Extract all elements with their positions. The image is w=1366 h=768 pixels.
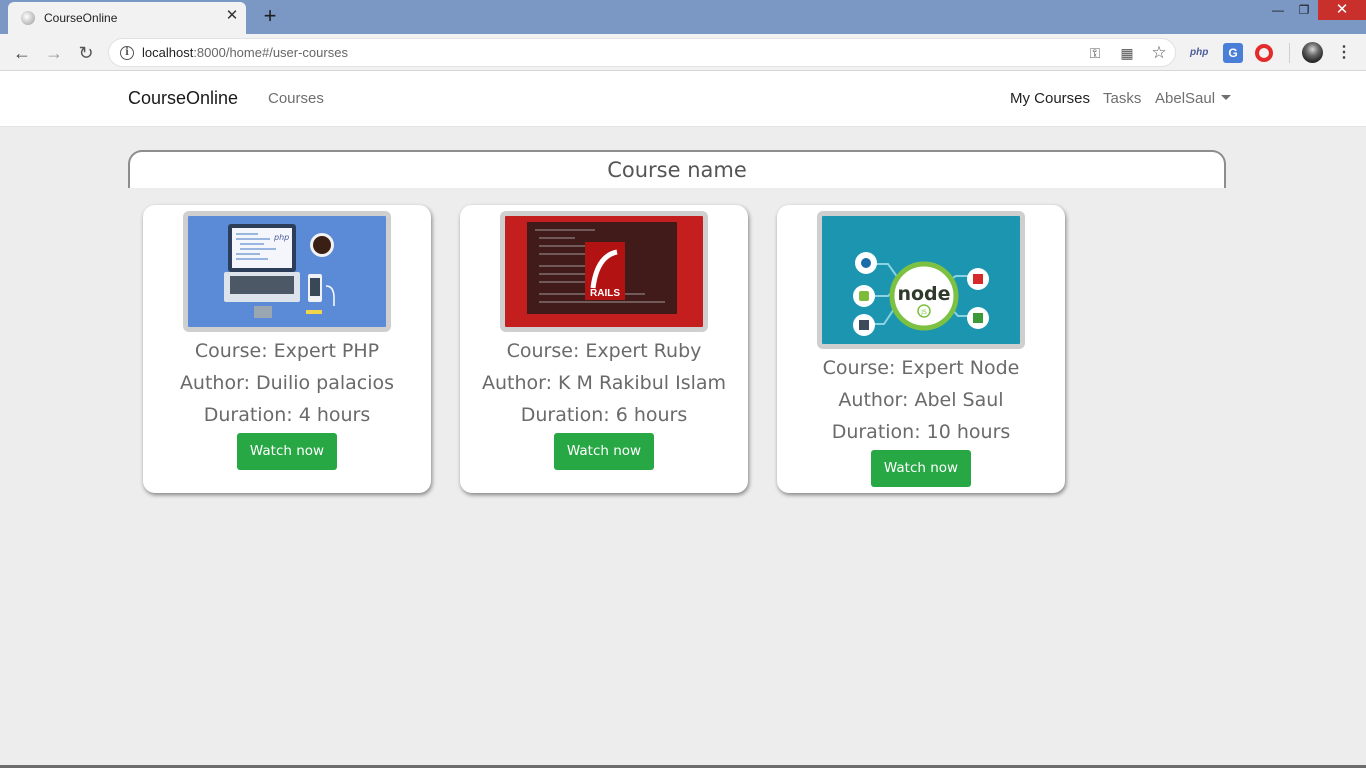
window-maximize-button[interactable]: ❐ <box>1290 0 1318 20</box>
url-path: :8000/home#/user-courses <box>193 45 348 60</box>
tab-title: CourseOnline <box>44 11 118 25</box>
translate-icon[interactable]: ▦ <box>1119 45 1135 61</box>
course-search <box>128 150 1226 188</box>
opera-icon[interactable] <box>1255 44 1273 62</box>
course-author: Author: Duilio palacios <box>179 372 395 394</box>
course-duration: Duration: 6 hours <box>520 404 688 426</box>
window-close-button[interactable]: ✕ <box>1318 0 1366 20</box>
svg-text:node: node <box>897 283 950 305</box>
course-thumbnail-node: node JS <box>822 216 1020 344</box>
site-navbar: CourseOnline Courses My Courses Tasks Ab… <box>0 71 1366 127</box>
tab-close-icon[interactable]: ✕ <box>224 8 240 24</box>
course-card: RAILS Course: Expert Ruby Author: K M Ra… <box>460 205 748 493</box>
course-thumbnail-frame: RAILS <box>500 211 708 332</box>
info-icon[interactable]: i <box>120 46 134 60</box>
course-thumbnail-php: php <box>188 216 386 327</box>
browser-titlebar: CourseOnline ✕ + — ❐ ✕ <box>0 0 1366 34</box>
course-card: php Course: Expert PHP Author: Duilio pa… <box>143 205 431 493</box>
menu-dots-icon[interactable]: ⋮ <box>1336 41 1352 65</box>
nav-courses-link[interactable]: Courses <box>268 90 324 107</box>
course-title: Course: Expert Ruby <box>506 340 702 362</box>
course-title: Course: Expert Node <box>822 357 1020 379</box>
back-arrow-icon[interactable]: ← <box>10 41 34 65</box>
course-author: Author: K M Rakibul Islam <box>481 372 727 394</box>
reload-icon[interactable]: ↻ <box>74 41 98 65</box>
window-minimize-button[interactable]: — <box>1264 0 1292 20</box>
key-icon[interactable]: ⚿ <box>1087 45 1103 61</box>
php-extension-icon[interactable]: php <box>1190 43 1210 63</box>
url-host: localhost <box>142 45 194 60</box>
address-bar[interactable]: i localhost:8000/home#/user-courses ⚿ ▦ … <box>108 38 1176 67</box>
svg-text:RAILS: RAILS <box>590 288 620 299</box>
toolbar-divider <box>1289 43 1290 63</box>
course-thumbnail-ruby: RAILS <box>505 216 703 327</box>
watch-now-button[interactable]: Watch now <box>237 433 337 470</box>
svg-text:php: php <box>273 233 289 242</box>
svg-text:JS: JS <box>920 309 927 316</box>
google-translate-icon[interactable]: G <box>1223 43 1243 63</box>
new-tab-button[interactable]: + <box>258 4 282 28</box>
user-dropdown[interactable]: AbelSaul <box>1155 90 1232 107</box>
nav-tasks-link[interactable]: Tasks <box>1103 90 1141 107</box>
course-author: Author: Abel Saul <box>838 389 1004 411</box>
course-search-input[interactable] <box>130 152 1224 188</box>
forward-arrow-icon[interactable]: → <box>42 41 66 65</box>
user-name: AbelSaul <box>1155 90 1216 107</box>
watch-now-button[interactable]: Watch now <box>554 433 654 470</box>
profile-avatar[interactable] <box>1302 42 1323 63</box>
brand-logo[interactable]: CourseOnline <box>128 88 238 109</box>
course-card: node JS Course: Expert Node Author: Abel… <box>777 205 1065 493</box>
tab-favicon-icon <box>21 11 35 25</box>
browser-tab[interactable]: CourseOnline ✕ <box>8 2 246 34</box>
course-duration: Duration: 10 hours <box>831 421 1011 443</box>
browser-toolbar: ← → ↻ i localhost:8000/home#/user-course… <box>0 34 1366 71</box>
watch-now-button[interactable]: Watch now <box>871 450 971 487</box>
course-thumbnail-frame: php <box>183 211 391 332</box>
url-text[interactable]: localhost:8000/home#/user-courses <box>142 45 348 60</box>
star-icon[interactable]: ☆ <box>1151 44 1167 61</box>
caret-down-icon <box>1221 95 1232 100</box>
nav-my-courses-link[interactable]: My Courses <box>1010 90 1090 107</box>
course-title: Course: Expert PHP <box>194 340 380 362</box>
course-duration: Duration: 4 hours <box>203 404 371 426</box>
course-thumbnail-frame: node JS <box>817 211 1025 349</box>
